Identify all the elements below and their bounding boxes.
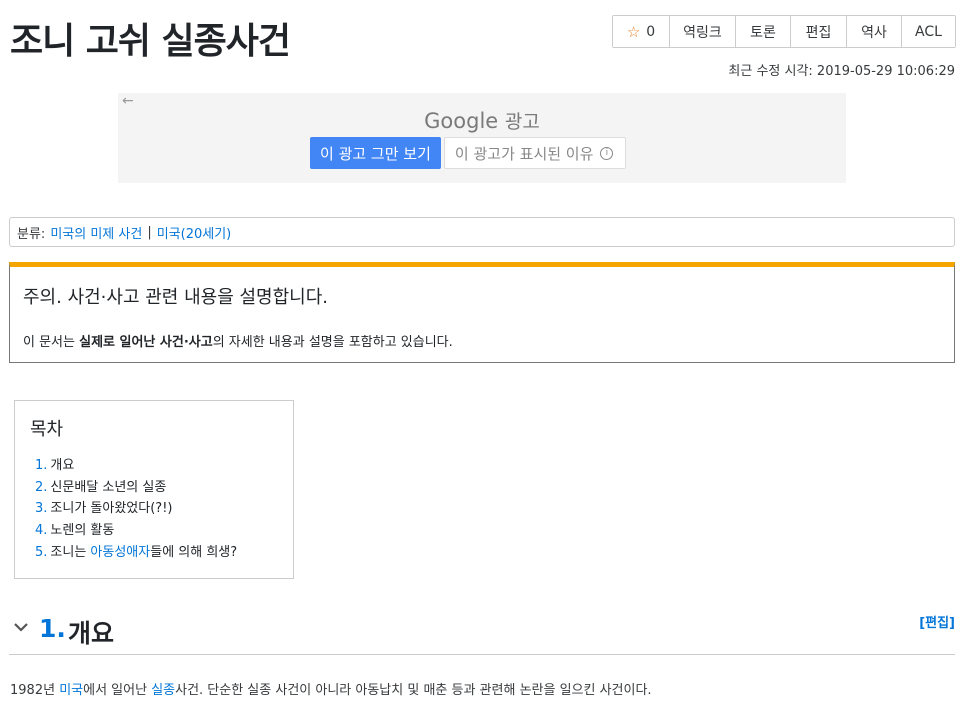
link-disappearance[interactable]: 실종	[151, 683, 175, 698]
notice-body: 이 문서는 실제로 일어난 사건·사고의 자세한 내용과 설명을 포함하고 있습…	[23, 331, 453, 350]
category-link-unsolved[interactable]: 미국의 미제 사건	[50, 223, 142, 242]
star-icon: ☆	[626, 22, 641, 41]
toc-item-number[interactable]: 1.	[35, 458, 47, 473]
toc-item-link[interactable]: 아동성애자	[90, 545, 150, 560]
paragraph-text: 사건. 단순한 실종 사건이 아니라 아동납치 및 매춘 등과 관련해 논란을 …	[175, 683, 652, 698]
toc-item-text: 노렌의 활동	[50, 523, 115, 539]
category-prefix: 분류:	[17, 226, 46, 242]
table-of-contents: 목차 1. 개요 2. 신문배달 소년의 실종 3. 조니가 돌아왔었다(?!) 4.…	[14, 400, 294, 579]
notice-title: 주의. 사건·사고 관련 내용을 설명합니다.	[23, 287, 329, 308]
ad-banner: ← Google 광고 이 광고 그만 보기 이 광고가 표시된 이유 i	[118, 93, 846, 183]
toc-item-text-after: 들에 의해 희생?	[150, 544, 238, 560]
toc-title: 목차	[30, 419, 64, 440]
toc-item-text: 신문배달 소년의 실종	[50, 479, 167, 495]
notice-body-after: 의 자세한 내용과 설명을 포함하고 있습니다.	[212, 335, 453, 350]
section-title: 개요	[68, 619, 115, 648]
toc-item-text: 조니는	[50, 544, 91, 560]
chevron-down-icon[interactable]	[13, 619, 29, 635]
ad-label: 광고	[504, 111, 540, 133]
paragraph-text: 에서 일어난	[83, 683, 152, 698]
google-logo: Google	[424, 109, 499, 133]
toc-list: 1. 개요 2. 신문배달 소년의 실종 3. 조니가 돌아왔었다(?!) 4. 노렌의…	[35, 455, 237, 563]
toc-item[interactable]: 3. 조니가 돌아왔었다(?!)	[35, 498, 237, 520]
summary-paragraph: 1982년 미국에서 일어난 실종사건. 단순한 실종 사건이 아니라 아동납치…	[10, 679, 652, 698]
toc-item-text: 조니가 돌아왔었다(?!)	[50, 501, 173, 517]
toc-item-text: 개요	[50, 458, 75, 473]
section-heading: 1. 개요 [편집]	[9, 610, 955, 655]
toc-item-number[interactable]: 5.	[35, 545, 47, 560]
star-button[interactable]: ☆ 0	[613, 16, 670, 47]
info-icon: i	[600, 146, 614, 160]
edit-button[interactable]: 편집	[791, 16, 847, 47]
stop-ad-button[interactable]: 이 광고 그만 보기	[310, 137, 441, 169]
toc-item-number[interactable]: 4.	[35, 523, 47, 538]
section-edit-link[interactable]: [편집]	[919, 612, 955, 631]
star-count: 0	[646, 23, 656, 40]
paragraph-text: 1982년	[10, 683, 60, 698]
page-toolbar: ☆ 0 역링크 토론 편집 역사 ACL	[612, 15, 956, 48]
why-ad-button[interactable]: 이 광고가 표시된 이유 i	[443, 137, 627, 169]
backlink-button[interactable]: 역링크	[670, 16, 736, 47]
toc-item[interactable]: 5. 조니는 아동성애자들에 의해 희생?	[35, 542, 237, 564]
link-usa[interactable]: 미국	[59, 683, 83, 698]
ad-header: Google 광고	[118, 107, 846, 134]
toc-item[interactable]: 4. 노렌의 활동	[35, 520, 237, 542]
notice-body-before: 이 문서는	[23, 335, 80, 350]
notice-box: 주의. 사건·사고 관련 내용을 설명합니다. 이 문서는 실제로 일어난 사건…	[9, 262, 955, 363]
why-ad-label: 이 광고가 표시된 이유	[454, 144, 594, 163]
toc-item-number[interactable]: 3.	[35, 501, 47, 516]
section-number[interactable]: 1.	[39, 614, 66, 643]
category-link-us-20c[interactable]: 미국(20세기)	[157, 223, 232, 242]
last-modified: 최근 수정 시각: 2019-05-29 10:06:29	[728, 64, 955, 79]
toc-item[interactable]: 2. 신문배달 소년의 실종	[35, 477, 237, 499]
category-separator: |	[147, 224, 152, 240]
toc-item-number[interactable]: 2.	[35, 480, 47, 495]
history-button[interactable]: 역사	[847, 16, 902, 47]
page-title: 조니 고쉬 실종사건	[10, 21, 291, 62]
discuss-button[interactable]: 토론	[736, 16, 791, 47]
toc-item[interactable]: 1. 개요	[35, 455, 237, 477]
category-box: 분류: 미국의 미제 사건 | 미국(20세기)	[9, 217, 955, 247]
ad-buttons: 이 광고 그만 보기 이 광고가 표시된 이유 i	[310, 137, 627, 169]
notice-body-bold: 실제로 일어난 사건·사고	[79, 335, 213, 350]
acl-button[interactable]: ACL	[902, 16, 955, 47]
